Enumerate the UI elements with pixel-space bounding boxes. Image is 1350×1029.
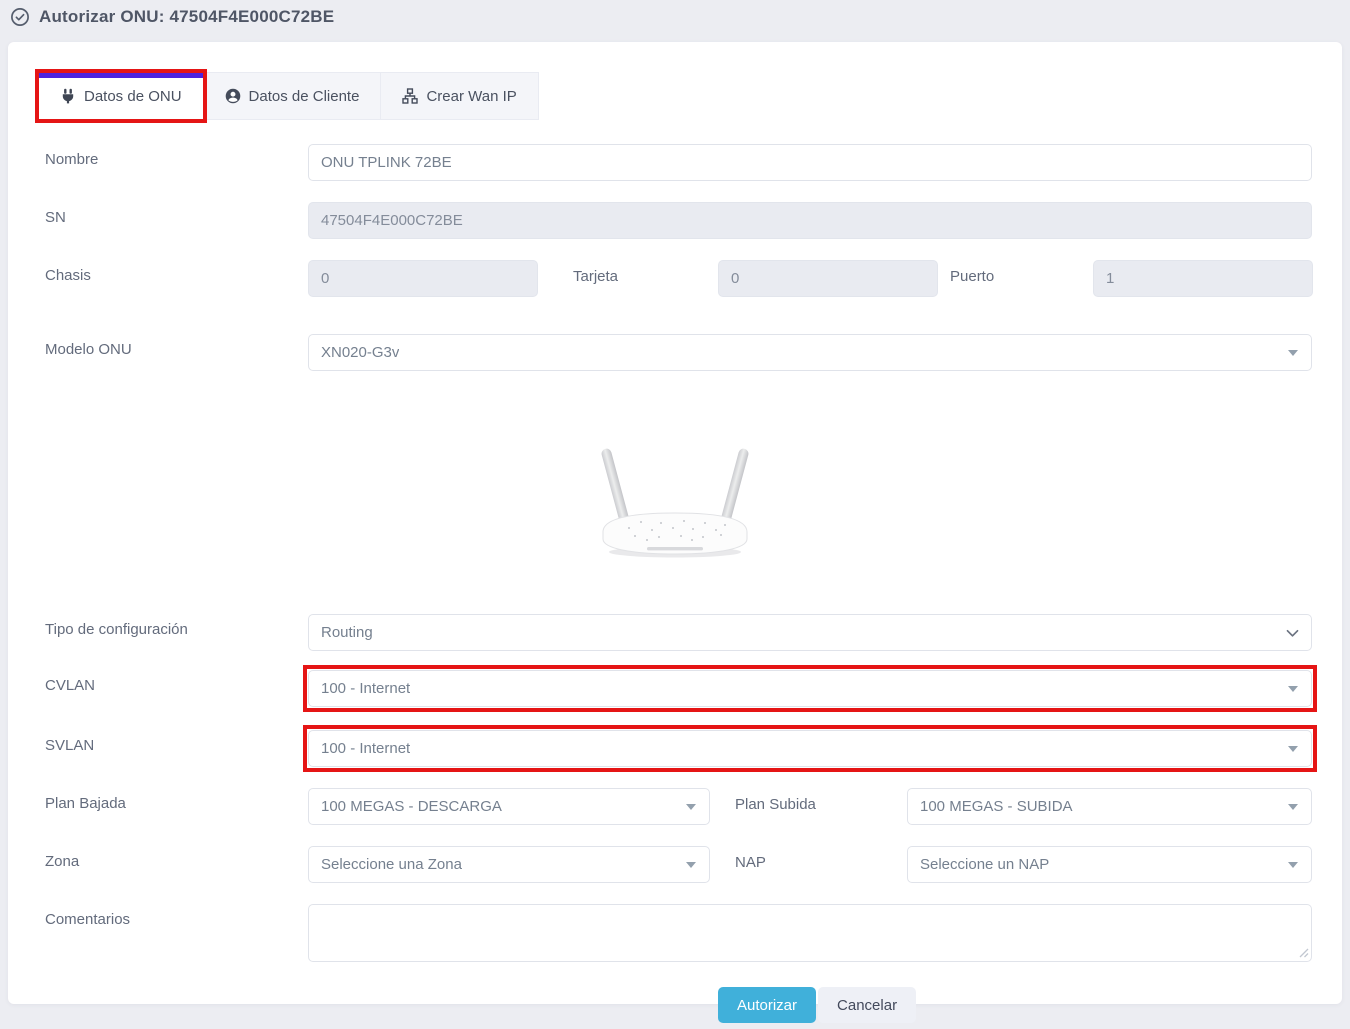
plan-subida-value: 100 MEGAS - SUBIDA xyxy=(920,798,1073,815)
row-comentarios: Comentarios xyxy=(38,904,1312,962)
row-chasis-tarjeta-puerto: Chasis Tarjeta Puerto xyxy=(38,260,1312,297)
form-actions: Autorizar Cancelar xyxy=(718,987,1312,1029)
modelo-onu-label: Modelo ONU xyxy=(38,334,308,371)
autorizar-button[interactable]: Autorizar xyxy=(718,987,816,1023)
svlan-select[interactable]: 100 - Internet xyxy=(308,730,1312,767)
plan-subida-label: Plan Subida xyxy=(735,788,882,813)
nap-select[interactable]: Seleccione un NAP xyxy=(907,846,1312,883)
row-nombre: Nombre xyxy=(38,144,1312,181)
tab-crear-wan-ip[interactable]: Crear Wan IP xyxy=(381,73,537,119)
modelo-onu-value: XN020-G3v xyxy=(321,344,399,361)
page-title: Autorizar ONU: 47504F4E000C72BE xyxy=(39,7,334,27)
chevron-down-icon xyxy=(1288,746,1298,752)
chevron-down-icon xyxy=(1286,629,1299,638)
cancelar-button[interactable]: Cancelar xyxy=(818,987,916,1023)
row-svlan: SVLAN 100 - Internet xyxy=(38,730,1312,767)
chevron-down-icon xyxy=(686,804,696,810)
sitemap-icon xyxy=(402,88,418,104)
modelo-onu-select[interactable]: XN020-G3v xyxy=(308,334,1312,371)
chasis-input xyxy=(308,260,538,297)
comentarios-textarea[interactable] xyxy=(308,904,1312,962)
plug-icon xyxy=(60,88,76,104)
page-header: Autorizar ONU: 47504F4E000C72BE xyxy=(0,0,1350,34)
tab-label: Crear Wan IP xyxy=(426,88,516,105)
tarjeta-label: Tarjeta xyxy=(573,260,683,285)
row-tipo-configuracion: Tipo de configuración Routing xyxy=(38,614,1312,651)
row-modelo-onu: Modelo ONU XN020-G3v xyxy=(38,334,1312,371)
router-image xyxy=(589,444,761,562)
plan-bajada-value: 100 MEGAS - DESCARGA xyxy=(321,798,502,815)
sn-input xyxy=(308,202,1312,239)
tab-datos-de-onu[interactable]: Datos de ONU xyxy=(39,73,204,119)
tab-datos-de-cliente[interactable]: Datos de Cliente xyxy=(204,73,382,119)
svlan-label: SVLAN xyxy=(38,730,308,767)
onu-product-image-area xyxy=(38,392,1312,614)
zona-label: Zona xyxy=(38,846,308,883)
cvlan-value: 100 - Internet xyxy=(321,680,410,697)
tipo-configuracion-label: Tipo de configuración xyxy=(38,614,308,651)
tipo-configuracion-value: Routing xyxy=(321,624,373,641)
nap-value: Seleccione un NAP xyxy=(920,856,1049,873)
row-sn: SN xyxy=(38,202,1312,239)
cvlan-label: CVLAN xyxy=(38,670,308,707)
cvlan-select[interactable]: 100 - Internet xyxy=(308,670,1312,707)
tab-label: Datos de Cliente xyxy=(249,88,360,105)
chevron-down-icon xyxy=(1288,350,1298,356)
puerto-label: Puerto xyxy=(950,260,1058,285)
nombre-input[interactable] xyxy=(308,144,1312,181)
user-circle-icon xyxy=(225,88,241,104)
chevron-down-icon xyxy=(686,862,696,868)
row-cvlan: CVLAN 100 - Internet xyxy=(38,670,1312,707)
nap-label: NAP xyxy=(735,846,882,871)
zona-select[interactable]: Seleccione una Zona xyxy=(308,846,710,883)
authorize-onu-panel: Datos de ONU Datos de Cliente xyxy=(8,42,1342,1004)
chevron-down-icon xyxy=(1288,804,1298,810)
row-zona-nap: Zona Seleccione una Zona NAP Seleccione … xyxy=(38,846,1312,883)
chasis-label: Chasis xyxy=(38,260,308,297)
plan-bajada-label: Plan Bajada xyxy=(38,788,308,825)
row-planes: Plan Bajada 100 MEGAS - DESCARGA Plan Su… xyxy=(38,788,1312,825)
svlan-value: 100 - Internet xyxy=(321,740,410,757)
tab-bar: Datos de ONU Datos de Cliente xyxy=(38,72,1312,120)
chevron-down-icon xyxy=(1288,862,1298,868)
tab-label: Datos de ONU xyxy=(84,88,182,105)
tarjeta-input xyxy=(718,260,938,297)
puerto-input xyxy=(1093,260,1313,297)
comentarios-label: Comentarios xyxy=(38,904,308,962)
plan-bajada-select[interactable]: 100 MEGAS - DESCARGA xyxy=(308,788,710,825)
zona-value: Seleccione una Zona xyxy=(321,856,462,873)
chevron-down-icon xyxy=(1288,686,1298,692)
check-circle-icon xyxy=(10,7,30,27)
plan-subida-select[interactable]: 100 MEGAS - SUBIDA xyxy=(907,788,1312,825)
tipo-configuracion-select[interactable]: Routing xyxy=(308,614,1312,651)
nombre-label: Nombre xyxy=(38,144,308,181)
sn-label: SN xyxy=(38,202,308,239)
